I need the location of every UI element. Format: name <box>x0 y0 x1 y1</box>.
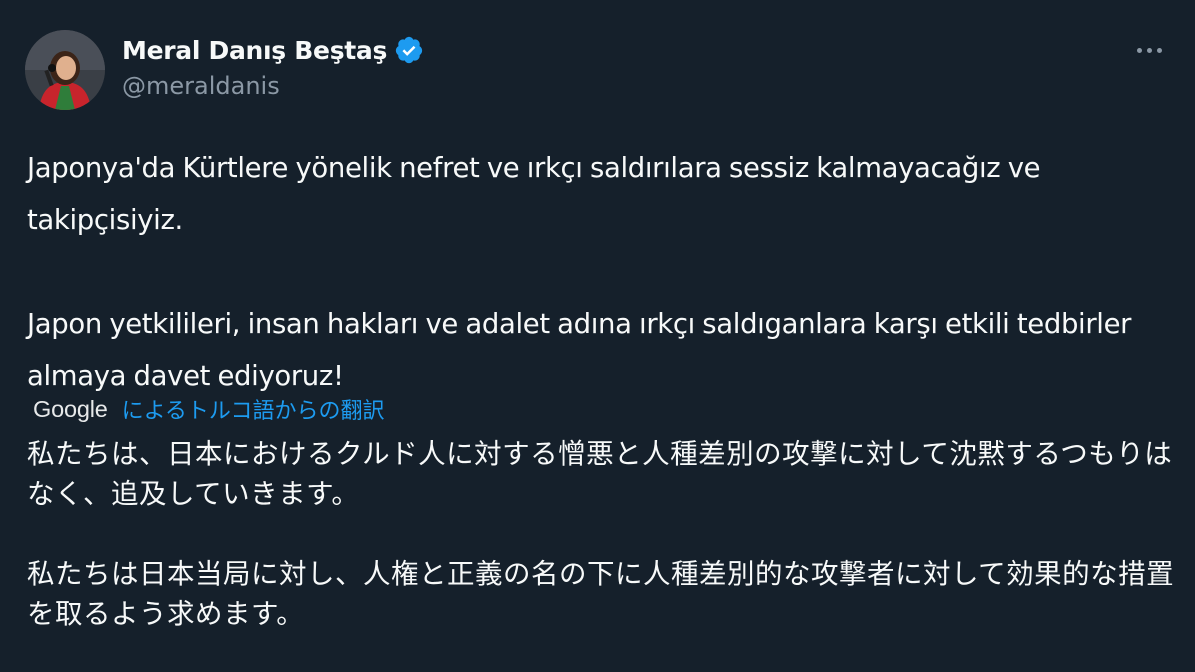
translation-attribution: Google によるトルコ語からの翻訳 <box>33 391 385 427</box>
tweet-paragraph: Japonya'da Kürtlere yönelik nefret ve ır… <box>27 152 1041 236</box>
verified-badge-icon <box>395 36 423 64</box>
translated-text: 私たちは、日本におけるクルド人に対する憎悪と人種差別の攻撃に対して沈黙するつもり… <box>27 434 1177 634</box>
author-name-row: Meral Danış Beştaş <box>122 30 424 70</box>
avatar-image <box>25 30 105 110</box>
more-dot <box>1136 47 1142 53</box>
tweet-text: Japonya'da Kürtlere yönelik nefret ve ır… <box>27 142 1167 402</box>
google-logo: Google <box>33 395 108 422</box>
author-info: Meral Danış Beştaş @meraldanis <box>122 30 424 100</box>
tweet-card: Meral Danış Beştaş @meraldanis Japonya'd… <box>0 0 1195 672</box>
tweet-paragraph: Japon yetkilileri, insan hakları ve adal… <box>27 308 1132 392</box>
more-dot <box>1146 47 1152 53</box>
translated-paragraph: 私たちは日本当局に対し、人権と正義の名の下に人種差別的な攻撃者に対して効果的な措… <box>27 558 1175 630</box>
more-options-icon[interactable] <box>1129 36 1169 64</box>
translation-source-link[interactable]: によるトルコ語からの翻訳 <box>122 393 385 425</box>
author-avatar[interactable] <box>25 30 105 110</box>
author-display-name[interactable]: Meral Danış Beştaş <box>122 36 387 65</box>
author-handle[interactable]: @meraldanis <box>122 72 424 100</box>
more-dot <box>1156 47 1162 53</box>
translated-paragraph: 私たちは、日本におけるクルド人に対する憎悪と人種差別の攻撃に対して沈黙するつもり… <box>27 438 1173 510</box>
